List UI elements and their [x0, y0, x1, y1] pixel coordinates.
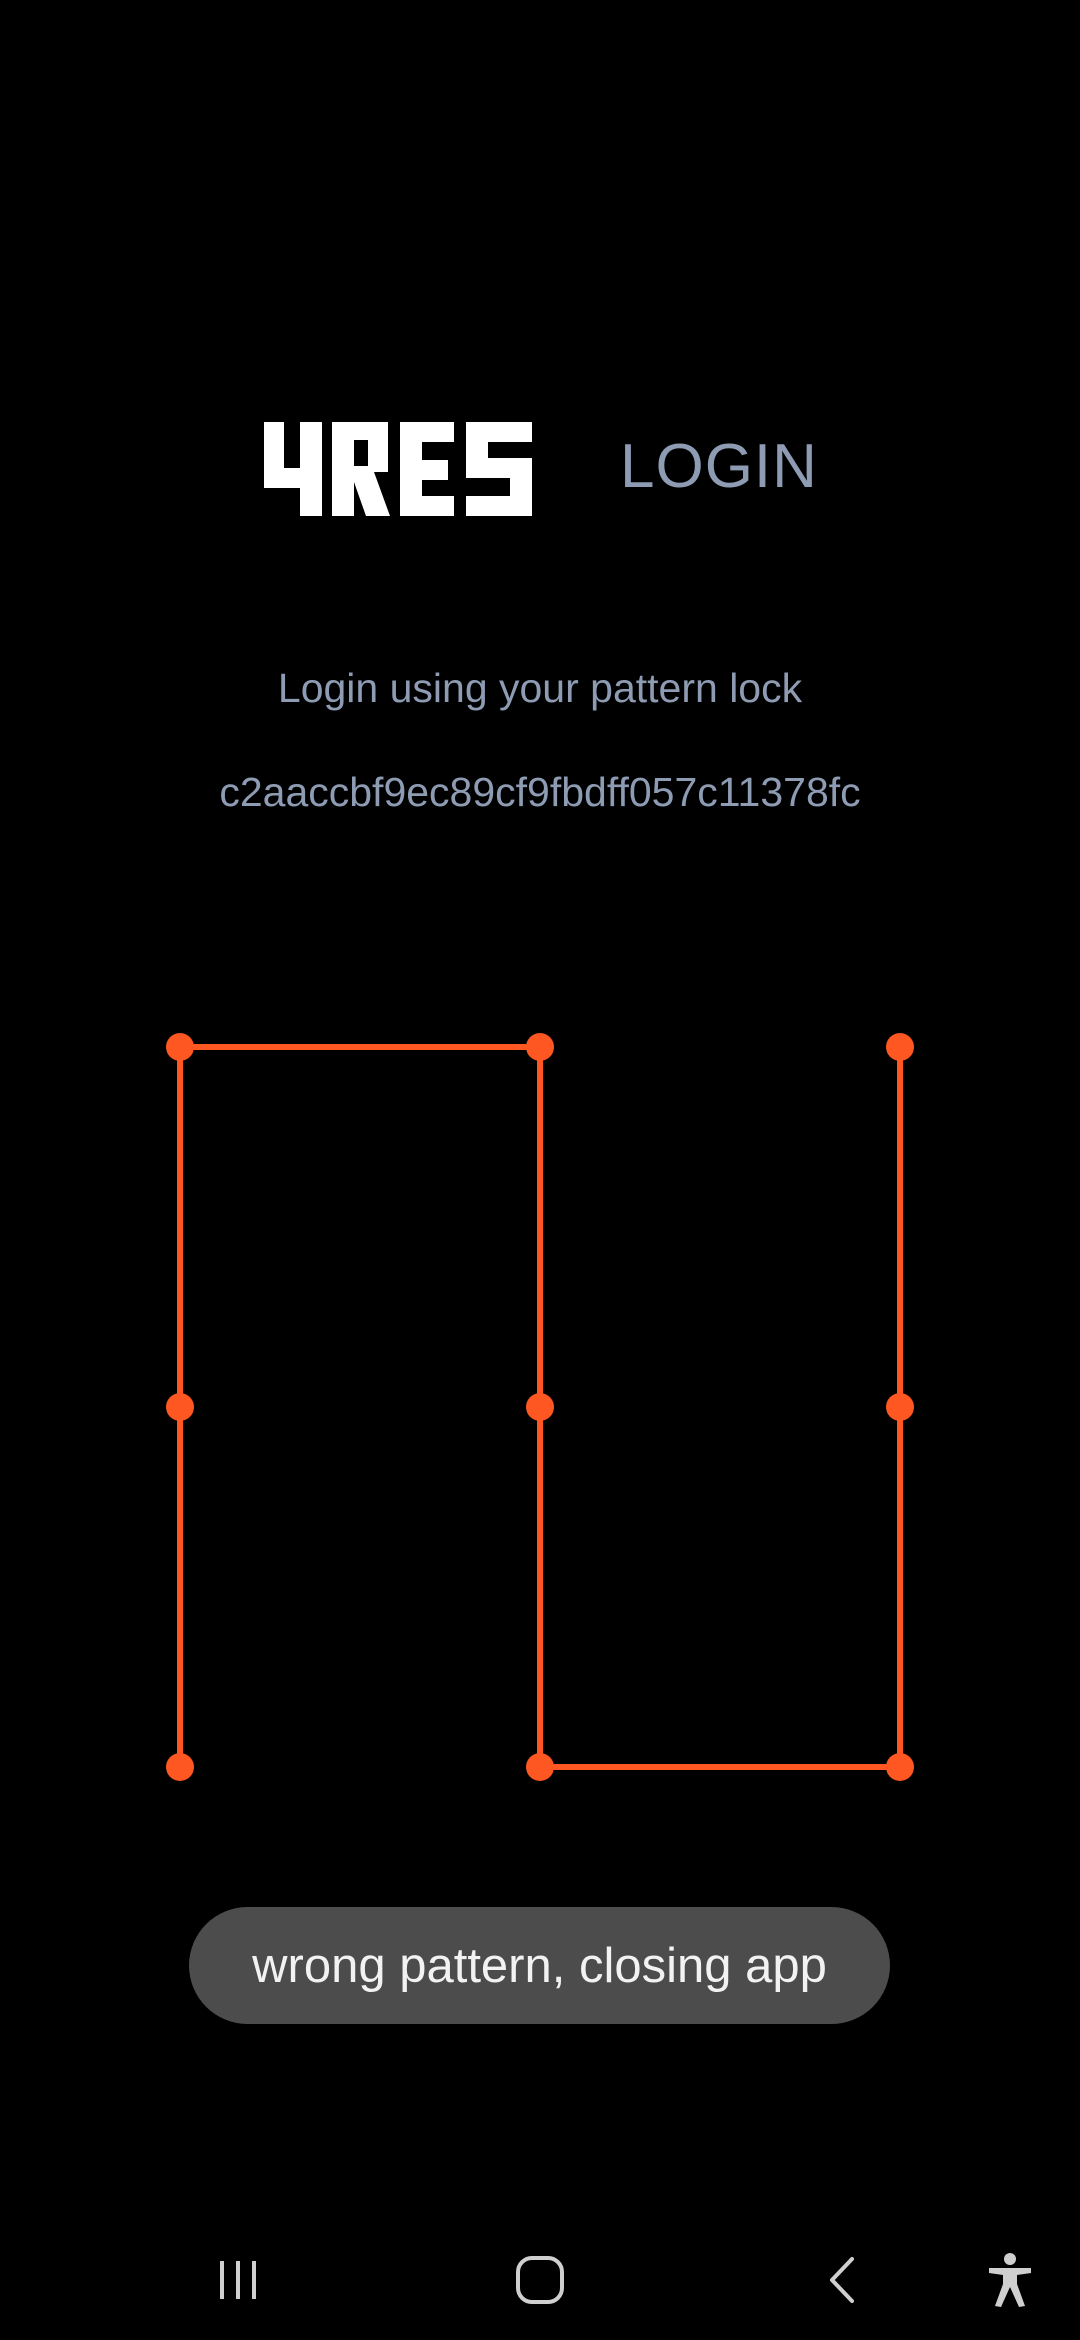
pattern-dot-7[interactable] — [166, 1753, 194, 1781]
recents-icon — [220, 2261, 256, 2299]
recents-button[interactable] — [198, 2240, 278, 2320]
back-button[interactable] — [803, 2240, 883, 2320]
pattern-dot-6[interactable] — [886, 1393, 914, 1421]
pattern-dot-5[interactable] — [526, 1393, 554, 1421]
accessibility-button[interactable] — [970, 2240, 1050, 2320]
home-button[interactable] — [500, 2240, 580, 2320]
toast-message: wrong pattern, closing app — [189, 1907, 890, 2024]
back-icon — [830, 2257, 854, 2303]
home-icon — [516, 2256, 564, 2304]
pattern-dot-9[interactable] — [886, 1753, 914, 1781]
accessibility-icon — [989, 2253, 1031, 2307]
pattern-dot-8[interactable] — [526, 1753, 554, 1781]
pattern-dot-4[interactable] — [166, 1393, 194, 1421]
device-hash: c2aaccbf9ec89cf9fbdff057c11378fc — [219, 769, 861, 815]
login-title: LOGIN — [620, 432, 818, 501]
pattern-instruction: Login using your pattern lock — [277, 665, 803, 711]
pattern-dot-2[interactable] — [526, 1033, 554, 1061]
toast-text: wrong pattern, closing app — [252, 1938, 827, 1993]
header: LOGIN — [0, 420, 1080, 530]
app-logo — [264, 422, 532, 516]
pattern-dot-1[interactable] — [166, 1033, 194, 1061]
pattern-dot-3[interactable] — [886, 1033, 914, 1061]
system-navigation-bar — [0, 2220, 1080, 2340]
